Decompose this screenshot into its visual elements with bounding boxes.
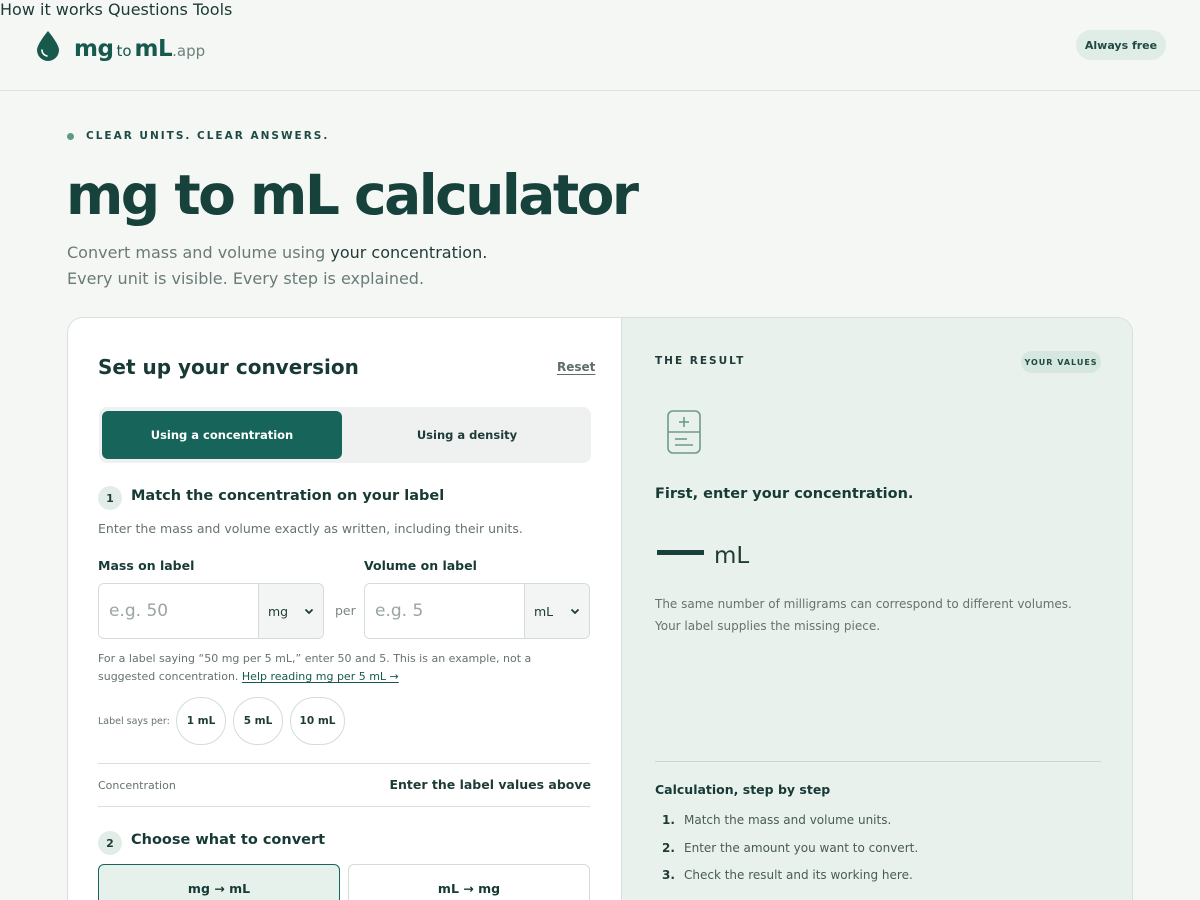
chevron-down-icon [304, 608, 314, 615]
site-header: mg to mL .app How it works Questions Too… [0, 0, 1200, 91]
subtitle-line2: Every unit is visible. Every step is exp… [67, 269, 425, 288]
volume-input[interactable] [365, 584, 524, 638]
nav-questions[interactable]: Questions [108, 0, 188, 19]
chip-10-ml[interactable]: 10 mL [290, 697, 345, 745]
your-values-badge: YOUR VALUES [1021, 351, 1101, 373]
concentration-value: Enter the label values above [389, 777, 591, 792]
step-1-help: Enter the mass and volume exactly as wri… [98, 521, 523, 536]
reset-button[interactable]: Reset [557, 360, 595, 374]
calc-step-number: 1. [662, 813, 675, 827]
example-note: For a label saying “50 mg per 5 mL,” ent… [98, 650, 568, 686]
step-1-title: Match the concentration on your label [131, 488, 445, 504]
logo[interactable]: mg to mL .app [36, 30, 205, 61]
logo-app: .app [172, 42, 206, 60]
logo-ml: mL [134, 36, 173, 62]
setup-title: Set up your conversion [98, 355, 359, 379]
divider [98, 806, 590, 807]
converter-card: Set up your conversion Reset Using a con… [67, 317, 1133, 900]
calc-step-text: Match the mass and volume units. [684, 813, 892, 827]
calc-step-number: 2. [662, 840, 675, 855]
logo-mg: mg [74, 36, 114, 62]
mg-to-ml-button[interactable]: mg → mL [98, 864, 340, 900]
calculator-icon [667, 410, 701, 454]
setup-panel: Set up your conversion Reset Using a con… [68, 318, 621, 900]
calc-steps-list: 1. Match the mass and volume units. 2. Ent… [662, 813, 918, 896]
calc-step-text: Enter the amount you want to convert. [684, 840, 919, 855]
step-2-title: Choose what to convert [131, 832, 326, 848]
eyebrow-dot [67, 132, 74, 140]
volume-input-group: mL [364, 583, 590, 639]
chip-1-ml[interactable]: 1 mL [176, 697, 226, 745]
calc-step: 2. Enter the amount you want to convert. [662, 841, 918, 869]
subtitle-prefix: Convert mass and volume using [67, 243, 331, 262]
hero-eyebrow: CLEAR UNITS. CLEAR ANSWERS. [67, 130, 329, 142]
mass-unit-value: mg [268, 603, 289, 619]
calc-step: 3. Check the result and its working here. [662, 868, 918, 896]
chevron-down-icon [570, 608, 580, 615]
always-free-badge[interactable]: Always free [1076, 30, 1166, 60]
divider [98, 763, 590, 764]
step-1-number: 1 [98, 486, 122, 510]
ml-to-mg-button[interactable]: mL → mg [348, 864, 590, 900]
nav-tools[interactable]: Tools [193, 0, 232, 19]
result-note: The same number of milligrams can corres… [655, 597, 1072, 633]
logo-to: to [116, 42, 132, 60]
mode-toggle: Using a concentration Using a density [99, 407, 591, 463]
help-reading-link[interactable]: Help reading mg per 5 mL → [242, 670, 399, 683]
volume-unit-select[interactable]: mL [524, 584, 589, 638]
calc-step-number: 3. [662, 868, 675, 882]
result-value-placeholder [657, 550, 704, 555]
mode-density-button[interactable]: Using a density [347, 411, 587, 459]
calc-step: 1. Match the mass and volume units. [662, 813, 918, 841]
result-eyebrow: THE RESULT [655, 355, 746, 367]
chips-label: Label says per: [98, 716, 170, 727]
nav-how-it-works[interactable]: How it works [0, 0, 103, 19]
calc-steps-title: Calculation, step by step [655, 782, 831, 797]
result-unit: mL [714, 543, 750, 569]
result-prompt: First, enter your concentration. [655, 486, 914, 502]
mass-label: Mass on label [98, 558, 195, 573]
eyebrow-text: CLEAR UNITS. CLEAR ANSWERS. [86, 130, 330, 142]
mode-concentration-button[interactable]: Using a concentration [102, 411, 342, 459]
chip-5-ml[interactable]: 5 mL [233, 697, 283, 745]
mass-input[interactable] [99, 584, 258, 638]
step-2-number: 2 [98, 831, 122, 855]
mass-unit-select[interactable]: mg [258, 584, 323, 638]
volume-unit-value: mL [534, 603, 554, 619]
hero-subtitle: Convert mass and volume using your conce… [67, 240, 487, 292]
concentration-label: Concentration [98, 779, 176, 792]
mass-input-group: mg [98, 583, 324, 639]
subtitle-strong: your concentration. [330, 243, 488, 262]
calc-step-text: Check the result and its working here. [684, 868, 913, 882]
per-label: per [335, 603, 356, 618]
page-title: mg to mL calculator [66, 163, 639, 227]
result-panel: THE RESULT YOUR VALUES First, enter your… [621, 318, 1132, 900]
main-nav: How it works Questions Tools [0, 0, 1200, 19]
volume-label: Volume on label [364, 558, 477, 573]
droplet-icon [37, 31, 59, 61]
result-divider [655, 761, 1101, 762]
